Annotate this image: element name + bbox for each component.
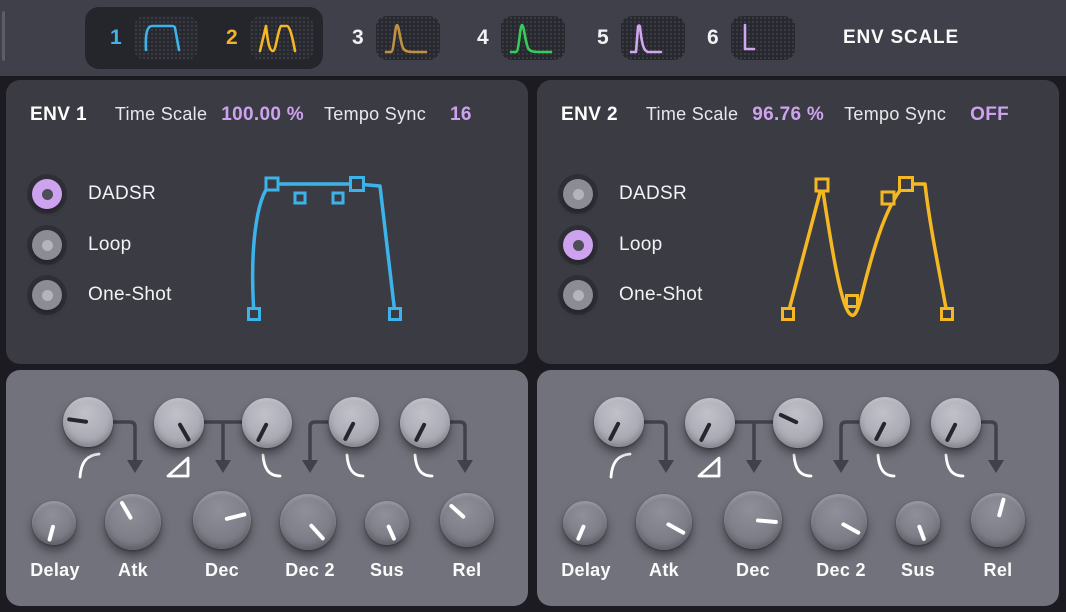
decay2-curve-knob[interactable] — [860, 397, 910, 447]
envelope-handle[interactable] — [882, 192, 894, 204]
attack-curve-knob[interactable] — [154, 398, 204, 448]
decay-curve-icon — [878, 455, 894, 476]
envelope-handle[interactable] — [390, 309, 401, 320]
rise-curve-icon — [80, 454, 99, 477]
knob-label-decay: Dec — [708, 560, 798, 581]
envelope-handle[interactable] — [295, 193, 305, 203]
decay2-knob[interactable] — [811, 494, 867, 550]
delay-curve-knob[interactable] — [63, 397, 113, 447]
envelope-display[interactable] — [537, 80, 1059, 364]
knob-label-delay: Delay — [10, 560, 100, 581]
decay-curve-icon — [415, 455, 432, 476]
panel-edge-divider — [2, 11, 5, 61]
knob-label-release: Rel — [953, 560, 1043, 581]
attack-knob[interactable] — [636, 494, 692, 550]
envelope-handle[interactable] — [847, 296, 858, 307]
knob-label-delay: Delay — [541, 560, 631, 581]
decay2-curve-knob[interactable] — [329, 397, 379, 447]
decay-curve-icon — [263, 455, 280, 476]
env2-knob-section: Delay Atk Dec Dec 2 Sus Rel — [537, 370, 1059, 606]
envelope-handle[interactable] — [942, 309, 953, 320]
knob-label-attack: Atk — [88, 560, 178, 581]
env1-knob-section: Delay Atk Dec Dec 2 Sus Rel — [6, 370, 528, 606]
decay-curve-icon — [794, 455, 811, 476]
envelope-handle[interactable] — [351, 178, 364, 191]
delay-knob[interactable] — [563, 501, 607, 545]
delay-knob[interactable] — [32, 501, 76, 545]
decay2-knob[interactable] — [280, 494, 336, 550]
knob-label-sustain: Sus — [873, 560, 963, 581]
decay-curve-icon — [347, 455, 363, 476]
release-curve-knob[interactable] — [931, 398, 981, 448]
decay-knob[interactable] — [724, 491, 782, 549]
attack-knob[interactable] — [105, 494, 161, 550]
ramp-triangle-icon — [168, 458, 188, 476]
env2-panel: ENV 2 Time Scale 96.76 % Tempo Sync OFF … — [537, 0, 1059, 612]
envelope-display[interactable] — [6, 80, 528, 364]
env1-panel: ENV 1 Time Scale 100.00 % Tempo Sync 16 … — [6, 0, 528, 612]
release-knob[interactable] — [440, 493, 494, 547]
decay-curve-knob[interactable] — [242, 398, 292, 448]
rise-curve-icon — [611, 454, 630, 477]
knob-label-attack: Atk — [619, 560, 709, 581]
decay-curve-knob[interactable] — [773, 398, 823, 448]
knob-label-sustain: Sus — [342, 560, 432, 581]
decay-knob[interactable] — [193, 491, 251, 549]
decay-curve-icon — [946, 455, 963, 476]
knob-label-release: Rel — [422, 560, 512, 581]
release-knob[interactable] — [971, 493, 1025, 547]
ramp-triangle-icon — [699, 458, 719, 476]
delay-curve-knob[interactable] — [594, 397, 644, 447]
env2-display-section: ENV 2 Time Scale 96.76 % Tempo Sync OFF … — [537, 80, 1059, 364]
release-curve-knob[interactable] — [400, 398, 450, 448]
attack-curve-knob[interactable] — [685, 398, 735, 448]
envelope-handle[interactable] — [816, 179, 828, 191]
sustain-knob[interactable] — [365, 501, 409, 545]
envelope-handle[interactable] — [249, 309, 260, 320]
env1-display-section: ENV 1 Time Scale 100.00 % Tempo Sync 16 … — [6, 80, 528, 364]
envelope-handle[interactable] — [266, 178, 278, 190]
sustain-knob[interactable] — [896, 501, 940, 545]
envelope-handle[interactable] — [900, 178, 913, 191]
envelope-handle[interactable] — [783, 309, 794, 320]
knob-label-decay: Dec — [177, 560, 267, 581]
envelope-handle[interactable] — [333, 193, 343, 203]
synth-envelope-section: { "colors": { "accent_purple": "#cda3ef"… — [0, 0, 1066, 612]
